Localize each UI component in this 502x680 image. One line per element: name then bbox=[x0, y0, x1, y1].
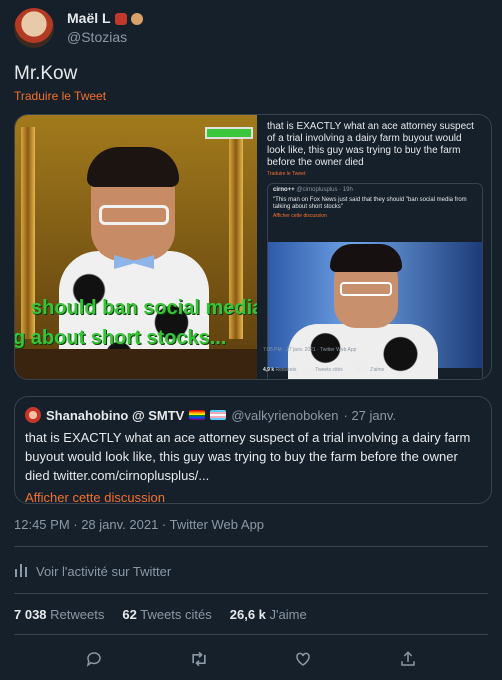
quoted-avatar bbox=[25, 407, 41, 423]
screenshot-quotes-label: Tweets cités bbox=[315, 367, 343, 373]
activity-icon bbox=[14, 563, 28, 580]
retweets-count: 7 038 bbox=[14, 607, 47, 622]
view-activity-label[interactable]: Voir l'activité sur Twitter bbox=[36, 564, 171, 579]
person-hair bbox=[330, 244, 402, 272]
translate-link[interactable]: Traduire le Tweet bbox=[14, 89, 106, 103]
handle[interactable]: @Stozias bbox=[67, 28, 143, 47]
likes-label: J'aime bbox=[269, 607, 307, 622]
image-caption-line1: should ban social media fr bbox=[31, 297, 257, 319]
quotes-count: 62 bbox=[122, 607, 137, 622]
screenshot-stats: 4,9 k Retweets 27 Tweets cités 18,9 k J'… bbox=[263, 367, 384, 373]
screenshot-quotes-count: 27 bbox=[308, 367, 314, 373]
reply-icon[interactable] bbox=[83, 648, 105, 670]
author-names: Maël L @Stozias bbox=[67, 9, 143, 47]
character-hair bbox=[87, 147, 179, 187]
screenshot-quote-header: cirno++ @cirnoplusplus · 19h bbox=[273, 187, 477, 193]
emoji-icon bbox=[130, 12, 143, 25]
screenshot-quote-link: Afficher cette discussion bbox=[273, 213, 327, 219]
media-image-left[interactable]: should ban social media fr g about short… bbox=[15, 115, 257, 379]
tweet-header: Maël L @Stozias bbox=[14, 8, 143, 48]
quoted-tweet[interactable]: Shanahobino @ SMTV @valkyrienoboken · 27… bbox=[14, 396, 492, 505]
tweet-timestamp[interactable]: 12:45 PM · 28 janv. 2021 · Twitter Web A… bbox=[14, 517, 264, 532]
rainbow-flag-icon bbox=[189, 410, 206, 420]
quoted-tweet-header: Shanahobino @ SMTV @valkyrienoboken · 27… bbox=[25, 407, 481, 423]
retweets-label: Retweets bbox=[50, 607, 105, 622]
image-caption-line2: g about short stocks... bbox=[15, 327, 227, 349]
screenshot-retweets-count: 4,9 k bbox=[263, 367, 275, 373]
retweet-icon[interactable] bbox=[188, 648, 210, 670]
emoji-icon bbox=[114, 12, 127, 25]
person-glasses bbox=[340, 282, 392, 296]
quoted-name: Shanahobino @ SMTV bbox=[46, 407, 185, 423]
screenshot-likes-label: J'aime bbox=[370, 367, 385, 373]
screenshot-likes-count: 18,9 k bbox=[354, 367, 369, 373]
divider bbox=[14, 634, 488, 635]
view-activity[interactable]: Voir l'activité sur Twitter bbox=[14, 563, 171, 580]
likes-count: 26,6 k bbox=[229, 607, 266, 622]
like-icon[interactable] bbox=[292, 648, 314, 670]
screenshot-retweets-label: Retweets bbox=[275, 367, 297, 373]
likes-stat[interactable]: 26,6 k J'aime bbox=[230, 607, 307, 622]
screenshot-translate: Traduire le Tweet bbox=[267, 171, 306, 177]
quotes-label: Tweets cités bbox=[140, 607, 212, 622]
share-icon[interactable] bbox=[397, 648, 419, 670]
quoted-handle: @valkyrienoboken bbox=[231, 407, 339, 423]
tweet-text: Mr.Kow bbox=[14, 63, 78, 84]
screenshot-quote-handle: @cirnoplusplus · 19h bbox=[296, 187, 353, 193]
quoted-date: · 27 janv. bbox=[343, 407, 397, 423]
display-name-text[interactable]: Maël L bbox=[67, 9, 111, 28]
retweets-stat[interactable]: 7 038 Retweets bbox=[14, 607, 104, 622]
media-grid: should ban social media fr g about short… bbox=[14, 114, 492, 380]
desk bbox=[15, 349, 257, 379]
avatar[interactable] bbox=[14, 8, 54, 48]
show-thread-link[interactable]: Afficher cette discussion bbox=[25, 490, 481, 505]
quotes-stat[interactable]: 62 Tweets cités bbox=[122, 607, 211, 622]
media-image-right[interactable]: that is EXACTLY what an ace attorney sus… bbox=[257, 115, 491, 379]
health-bar bbox=[205, 127, 253, 139]
screenshot-quote-text: "This man on Fox News just said that the… bbox=[273, 197, 467, 210]
divider bbox=[14, 593, 488, 594]
tweet-stats: 7 038 Retweets 62 Tweets cités 26,6 k J'… bbox=[14, 607, 307, 622]
action-bar bbox=[0, 648, 502, 670]
character-glasses bbox=[99, 205, 169, 225]
trans-flag-icon bbox=[210, 410, 227, 420]
display-name[interactable]: Maël L bbox=[67, 9, 143, 28]
divider bbox=[14, 546, 488, 547]
quoted-text: that is EXACTLY what an ace attorney sus… bbox=[25, 430, 471, 483]
screenshot-tweet-text: that is EXACTLY what an ace attorney sus… bbox=[267, 121, 474, 168]
screenshot-meta: 7:05 PM · 27 janv. 2021 · Twitter Web Ap… bbox=[263, 347, 357, 353]
screenshot-quote-name: cirno++ bbox=[273, 187, 295, 193]
